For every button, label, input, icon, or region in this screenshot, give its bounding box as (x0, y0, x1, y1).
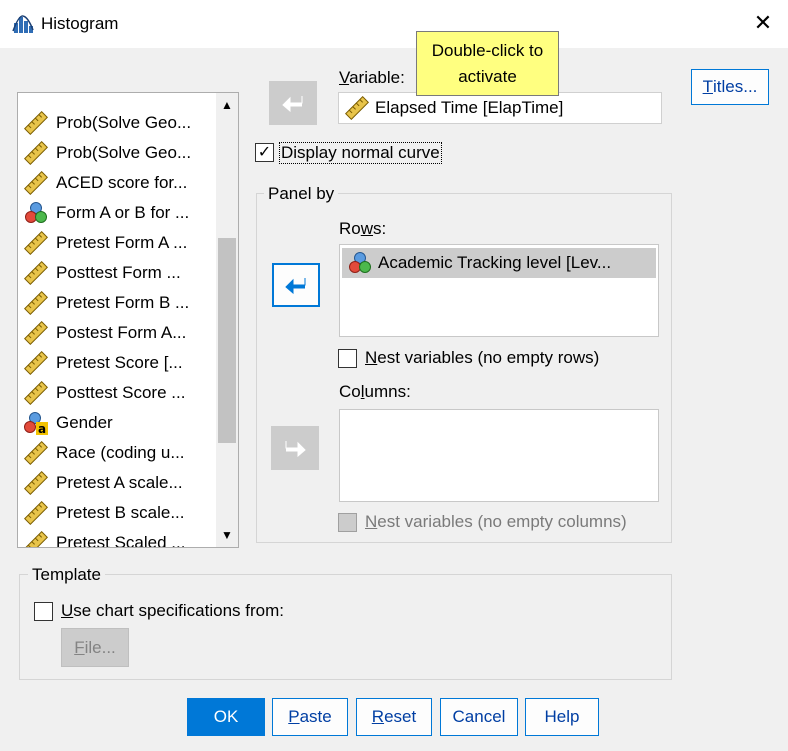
variable-label: Variable: (339, 68, 405, 87)
rows-list-item[interactable]: Academic Tracking level [Lev... (342, 248, 656, 278)
source-variable-list[interactable]: Prob(Solve Geo... Prob(Solve Geo... ACED s… (17, 92, 239, 548)
nominal-icon (25, 202, 47, 223)
variable-list-item[interactable]: Pretest Form A ... (24, 228, 212, 258)
arrow-right-icon (285, 441, 306, 457)
variable-list-item[interactable]: Pretest Score [... (24, 348, 212, 378)
columns-label: Columns: (339, 382, 411, 401)
variable-list-item[interactable]: Posttest Score ... (24, 378, 212, 408)
ruler-icon (24, 291, 48, 315)
move-to-columns-button[interactable] (271, 426, 319, 470)
nest-rows-checkbox[interactable]: Nest variables (no empty rows) (338, 345, 599, 371)
move-to-rows-button[interactable] (272, 263, 320, 307)
variable-list-item-label: Form A or B for ... (56, 203, 190, 222)
ruler-icon (24, 501, 48, 525)
template-legend: Template (28, 565, 105, 585)
display-normal-curve-label: Display normal curve (279, 141, 442, 164)
cancel-button[interactable]: Cancel (440, 698, 518, 736)
variable-list-item-label: Postest Form A... (56, 323, 187, 342)
titles-button[interactable]: Titles... (691, 69, 769, 105)
scroll-down-icon[interactable]: ▼ (216, 523, 238, 547)
variable-list-item[interactable]: Prob(Solve Geo... (24, 108, 212, 138)
variable-list-item-label: Prob(Solve Geo... (56, 143, 192, 162)
ruler-icon (24, 321, 48, 345)
nominal-string-icon: a (24, 412, 48, 435)
rows-label: Rows: (339, 219, 387, 238)
variable-list-item[interactable]: a Gender (24, 408, 212, 438)
help-button[interactable]: Help (525, 698, 599, 736)
variable-list-item-label: Pretest Scaled ... (56, 533, 186, 548)
checkbox-unchecked[interactable] (34, 601, 53, 621)
variable-list-item-label: Pretest Score [... (56, 353, 183, 372)
variable-list-item[interactable]: Posttest Form ... (24, 258, 212, 288)
ruler-icon (24, 261, 48, 285)
ruler-icon (24, 381, 48, 405)
paste-button[interactable]: Paste (272, 698, 348, 736)
variable-list-item-label: Posttest Score ... (56, 383, 186, 402)
tooltip-line-1: Double-click to (431, 41, 544, 60)
variable-list-item[interactable]: ACED score for... (24, 168, 212, 198)
checkbox-checked[interactable]: ✓ (255, 143, 274, 162)
nest-columns-label: Nest variables (no empty columns) (365, 512, 627, 531)
ruler-icon (24, 441, 48, 465)
variable-list-item-label: Pretest Form A ... (56, 233, 188, 252)
reset-button[interactable]: Reset (356, 698, 432, 736)
rows-list[interactable]: Academic Tracking level [Lev... (339, 244, 659, 337)
variable-list-item-label: Pretest B scale... (56, 503, 185, 522)
variable-list-item[interactable]: Pretest Form B ... (24, 288, 212, 318)
ruler-icon (24, 351, 48, 375)
double-click-tooltip: Double-click to activate (416, 31, 559, 96)
variable-list-item[interactable]: Pretest B scale... (24, 498, 212, 528)
variable-list-item[interactable]: Form A or B for ... (24, 198, 212, 228)
ok-button[interactable]: OK (187, 698, 265, 736)
variable-list-item[interactable]: Prob(Solve Geo... (24, 138, 212, 168)
checkbox-unchecked[interactable] (338, 348, 357, 368)
ruler-icon (24, 111, 48, 135)
scroll-up-icon[interactable]: ▲ (216, 93, 238, 117)
variable-value: Elapsed Time [ElapTime] (375, 98, 564, 117)
arrow-left-icon (282, 96, 303, 112)
variable-list-item-label: Pretest A scale... (56, 473, 183, 492)
svg-text:a: a (38, 422, 46, 435)
ruler-icon (345, 96, 369, 120)
panel-by-legend: Panel by (264, 184, 339, 204)
variable-list-item-label: ACED score for... (56, 173, 188, 192)
move-to-variable-button[interactable] (269, 81, 317, 125)
variable-list-item[interactable]: Pretest A scale... (24, 468, 212, 498)
nest-columns-checkbox[interactable]: Nest variables (no empty columns) (338, 509, 627, 535)
close-icon[interactable]: ✕ (748, 8, 778, 38)
variable-list-item[interactable]: Race (coding u... (24, 438, 212, 468)
variable-list-item-label: Race (coding u... (56, 443, 185, 462)
file-button[interactable]: File... (61, 628, 129, 667)
nest-rows-label: Nest variables (no empty rows) (365, 348, 600, 367)
window-title: Histogram (41, 14, 119, 33)
histogram-app-icon (12, 14, 34, 34)
display-normal-curve-checkbox[interactable]: ✓ Display normal curve (255, 139, 442, 166)
variable-list-item[interactable]: Postest Form A... (24, 318, 212, 348)
use-chart-spec-checkbox[interactable]: Use chart specifications from: (34, 598, 284, 624)
ruler-icon (24, 531, 48, 547)
variable-field[interactable]: Elapsed Time [ElapTime] (338, 92, 662, 124)
ruler-icon (24, 171, 48, 195)
rows-value: Academic Tracking level [Lev... (378, 253, 612, 272)
checkbox-disabled[interactable] (338, 512, 357, 532)
variable-list-item-label: Gender (56, 413, 113, 432)
scrollbar-thumb[interactable] (218, 238, 236, 443)
variable-list-item-label: Pretest Form B ... (56, 293, 190, 312)
nominal-icon (349, 252, 371, 273)
columns-list[interactable] (339, 409, 659, 502)
ruler-icon (24, 141, 48, 165)
use-chart-spec-label: Use chart specifications from: (61, 601, 284, 620)
variable-list-item-label: Posttest Form ... (56, 263, 181, 282)
variable-list-item-label: Prob(Solve Geo... (56, 113, 192, 132)
tooltip-line-2: activate (458, 67, 517, 86)
variable-list-item[interactable]: Pretest Scaled ... (24, 528, 212, 548)
arrow-left-icon (285, 278, 306, 294)
ruler-icon (24, 231, 48, 255)
ruler-icon (24, 471, 48, 495)
